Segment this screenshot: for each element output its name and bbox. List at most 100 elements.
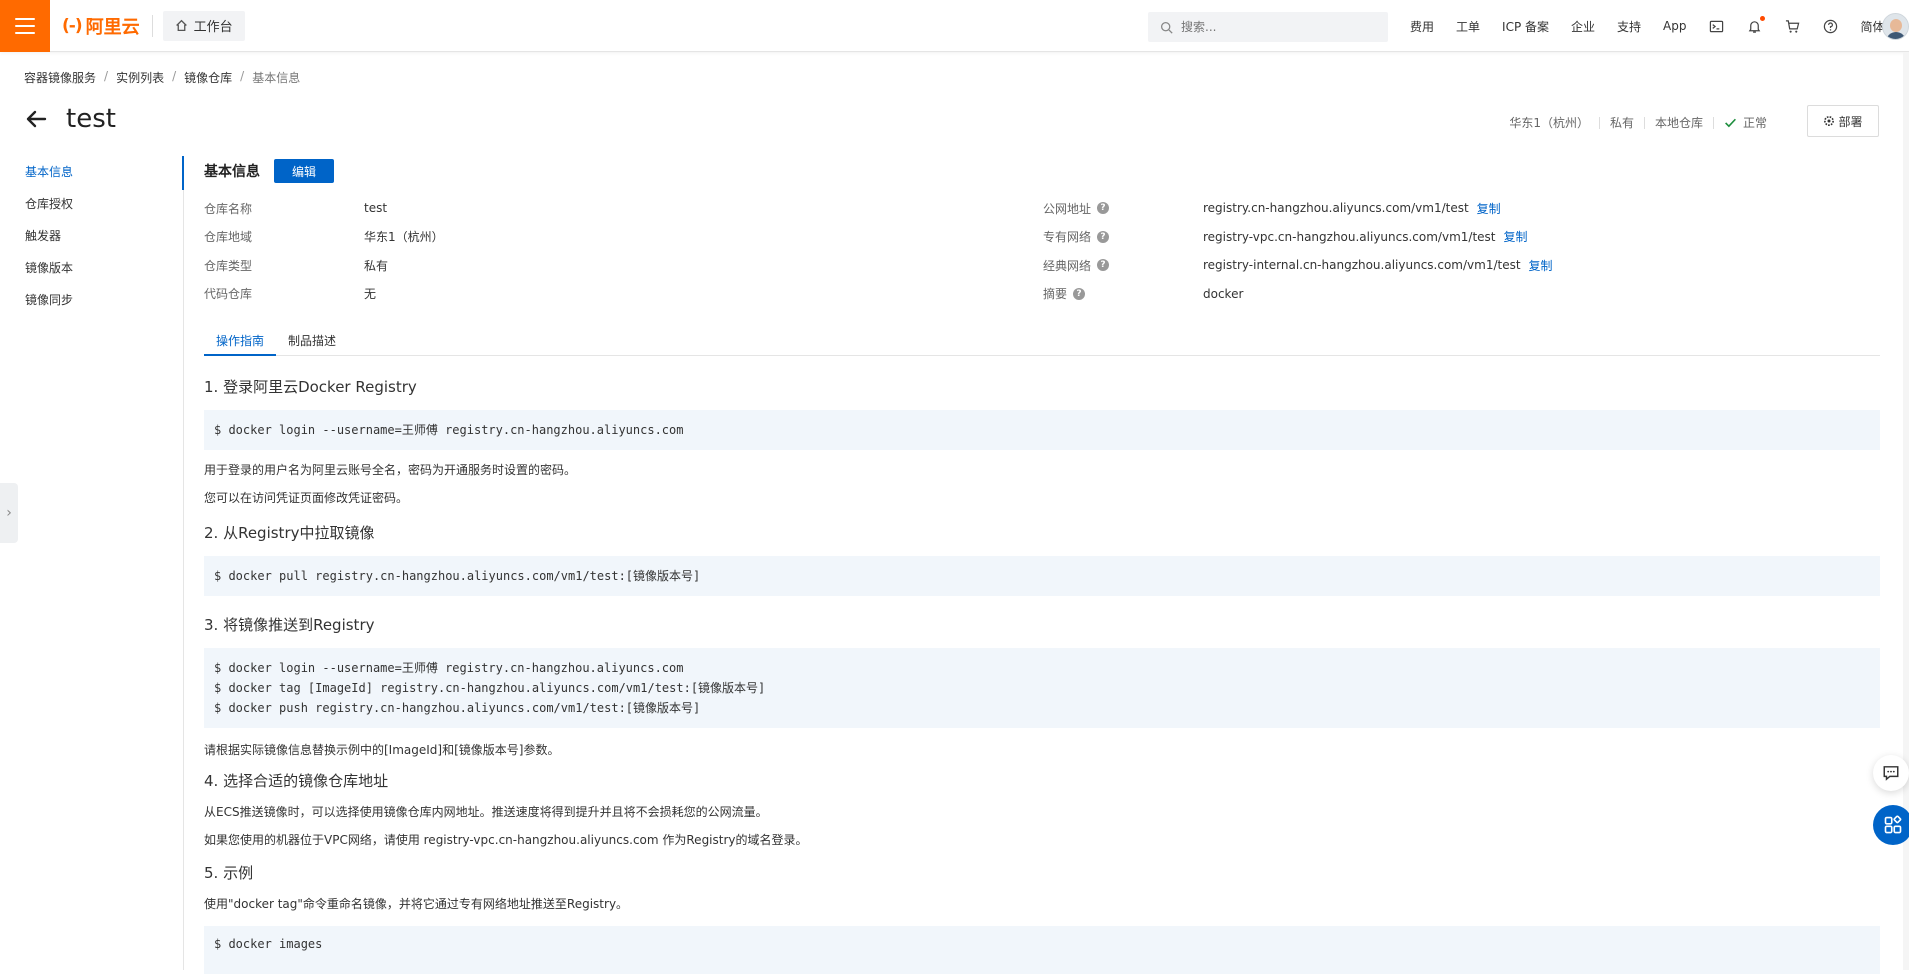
info-value: 华东1（杭州）: [364, 230, 444, 245]
code-line: $ docker pull registry.cn-hangzhou.aliyu…: [214, 569, 701, 583]
repo-kind: 本地仓库: [1654, 116, 1703, 130]
back-arrow-icon[interactable]: [24, 107, 48, 131]
search-box[interactable]: [1148, 12, 1388, 42]
info-value: test: [364, 201, 388, 216]
status-text: 正常: [1742, 116, 1767, 130]
page-title: test: [66, 104, 116, 134]
help-icon[interactable]: ?: [1097, 230, 1110, 243]
sidenav-item-image-sync[interactable]: 镜像同步: [0, 284, 183, 316]
code-block[interactable]: $ docker pull registry.cn-hangzhou.aliyu…: [204, 556, 1880, 596]
nav-icp[interactable]: ICP 备案: [1502, 18, 1549, 35]
aliyun-logo[interactable]: (-) 阿里云: [62, 13, 140, 39]
info-grid: 仓库名称 test 仓库地域 华东1（杭州） 仓库类型 私有 代码仓库 无 公网…: [204, 194, 1880, 344]
sidenav-item-image-versions[interactable]: 镜像版本: [0, 252, 183, 284]
info-value: registry-internal.cn-hangzhou.aliyuncs.c…: [1203, 257, 1553, 274]
info-label: 代码仓库: [204, 287, 253, 302]
language-switch[interactable]: 简体: [1861, 18, 1885, 35]
copy-link[interactable]: 复制: [1529, 257, 1553, 274]
cart-icon[interactable]: [1785, 18, 1801, 34]
chat-icon: [1883, 766, 1899, 781]
collapse-handle[interactable]: ›: [0, 483, 18, 543]
public-address: registry.cn-hangzhou.aliyuncs.com/vm1/te…: [1203, 201, 1469, 216]
guide-heading: 1. 登录阿里云Docker Registry: [204, 378, 417, 396]
info-left-column: 仓库名称 test 仓库地域 华东1（杭州） 仓库类型 私有 代码仓库 无: [204, 194, 444, 308]
operation-guide: 1. 登录阿里云Docker Registry $ docker login -…: [204, 374, 1880, 974]
code-block[interactable]: $ docker images: [204, 926, 1880, 974]
guide-note: 请根据实际镜像信息替换示例中的[ImageId]和[镜像版本号]参数。: [204, 743, 560, 757]
info-value: registry-vpc.cn-hangzhou.aliyuncs.com/vm…: [1203, 228, 1528, 245]
hamburger-menu-button[interactable]: [0, 0, 50, 52]
search-input[interactable]: [1181, 20, 1371, 34]
nav-enterprise[interactable]: 企业: [1571, 18, 1595, 35]
help-icon[interactable]: ?: [1073, 287, 1086, 300]
edit-button[interactable]: 编辑: [274, 159, 335, 183]
nav-support[interactable]: 支持: [1617, 18, 1641, 35]
breadcrumb: 容器镜像服务 / 实例列表 / 镜像仓库 / 基本信息: [24, 69, 301, 86]
user-avatar[interactable]: [1882, 13, 1909, 40]
apps-button[interactable]: [1873, 805, 1909, 845]
deploy-button[interactable]: 部署: [1807, 105, 1879, 137]
sidenav-item-basic-info[interactable]: 基本信息: [0, 156, 183, 188]
breadcrumb-current: 基本信息: [252, 71, 301, 85]
breadcrumb-item[interactable]: 容器镜像服务: [24, 69, 96, 86]
info-label: 仓库类型: [204, 258, 253, 273]
status-badge: 正常: [1724, 114, 1767, 131]
nav-app[interactable]: App: [1663, 19, 1686, 33]
copy-link[interactable]: 复制: [1504, 228, 1528, 245]
nav-billing[interactable]: 费用: [1410, 18, 1434, 35]
info-row: 仓库类型 私有: [204, 251, 444, 280]
home-icon: [175, 19, 187, 32]
guide-note: 如果您使用的机器位于VPC网络，请使用 registry-vpc.cn-hang…: [204, 833, 808, 847]
search-icon: [1160, 21, 1173, 34]
code-block[interactable]: $ docker login --username=王师傅 registry.c…: [204, 410, 1880, 450]
apps-icon: [1884, 815, 1902, 834]
sidenav-item-authorization[interactable]: 仓库授权: [0, 188, 183, 220]
breadcrumb-item[interactable]: 实例列表: [116, 69, 164, 86]
guide-heading: 4. 选择合适的镜像仓库地址: [204, 772, 389, 790]
guide-note: 您可以在访问凭证页面修改凭证密码。: [204, 491, 409, 505]
code-block[interactable]: $ docker login --username=王师傅 registry.c…: [204, 648, 1880, 728]
code-line: $ docker images: [214, 937, 323, 951]
section-title: 基本信息: [204, 164, 260, 180]
sidenav-item-triggers[interactable]: 触发器: [0, 220, 183, 252]
info-row: 仓库名称 test: [204, 194, 444, 223]
workbench-button[interactable]: 工作台: [162, 10, 245, 41]
side-nav: 基本信息 仓库授权 触发器 镜像版本 镜像同步: [0, 156, 184, 970]
info-row: 公网地址? registry.cn-hangzhou.aliyuncs.com/…: [1043, 194, 1553, 223]
info-label: 专有网络?: [1043, 228, 1203, 245]
workbench-label: 工作台: [193, 20, 233, 35]
basic-info-header: 基本信息 编辑: [204, 156, 1880, 186]
info-label: 仓库地域: [204, 230, 253, 245]
feedback-button[interactable]: [1873, 755, 1909, 791]
breadcrumb-item[interactable]: 镜像仓库: [184, 69, 232, 86]
help-icon[interactable]: ?: [1097, 202, 1110, 215]
info-label: 经典网络?: [1043, 257, 1203, 274]
divider: [151, 14, 153, 37]
help-icon[interactable]: [1823, 18, 1839, 34]
tab-artifact-description[interactable]: 制品描述: [276, 326, 348, 356]
guide-note: 从ECS推送镜像时，可以选择使用镜像仓库内网地址。推送速度将得到提升并且将不会损…: [204, 805, 768, 819]
info-row: 经典网络? registry-internal.cn-hangzhou.aliy…: [1043, 251, 1553, 280]
bell-icon[interactable]: [1747, 16, 1765, 34]
logo-text: 阿里云: [85, 16, 140, 38]
code-line: $ docker tag [ImageId] registry.cn-hangz…: [214, 681, 766, 695]
info-row: 专有网络? registry-vpc.cn-hangzhou.aliyuncs.…: [1043, 223, 1553, 252]
nav-ticket[interactable]: 工单: [1456, 18, 1480, 35]
logo-mark: (-): [62, 15, 83, 36]
gear-icon: [1824, 116, 1835, 126]
terminal-icon[interactable]: [1709, 18, 1725, 34]
tab-guide[interactable]: 操作指南: [204, 326, 277, 356]
notification-dot: [1759, 16, 1765, 21]
help-icon[interactable]: ?: [1097, 259, 1110, 272]
copy-link[interactable]: 复制: [1477, 200, 1501, 217]
vpc-address: registry-vpc.cn-hangzhou.aliyuncs.com/vm…: [1203, 229, 1496, 244]
info-label: 摘要?: [1043, 285, 1203, 302]
repo-meta: 华东1（杭州） 私有 本地仓库 正常: [1509, 114, 1767, 131]
hamburger-icon: [15, 17, 35, 34]
classic-address: registry-internal.cn-hangzhou.aliyuncs.c…: [1203, 258, 1521, 273]
guide-heading: 2. 从Registry中拉取镜像: [204, 524, 375, 542]
info-label: 仓库名称: [204, 201, 253, 216]
guide-heading: 5. 示例: [204, 864, 254, 882]
info-value: 无: [364, 287, 377, 302]
info-value: registry.cn-hangzhou.aliyuncs.com/vm1/te…: [1203, 200, 1501, 217]
